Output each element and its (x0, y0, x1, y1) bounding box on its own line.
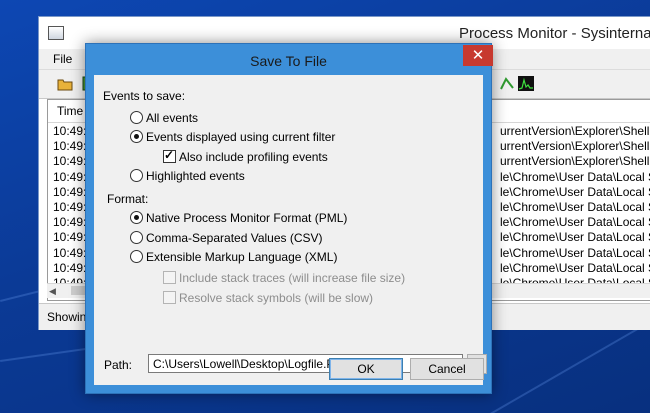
row-path: le\Chrome\User Data\Local Sta (500, 230, 650, 245)
process-tree-icon[interactable] (499, 76, 515, 91)
row-path: le\Chrome\User Data\Local Sta (500, 199, 650, 214)
format-group-label: Format: (107, 192, 149, 206)
row-path: urrentVersion\Explorer\Shell Fol (500, 154, 650, 169)
scroll-left-icon[interactable]: ◀ (49, 286, 56, 297)
resolve-symbols-checkbox (163, 291, 176, 304)
dialog-title: Save To File (250, 53, 327, 69)
dialog-title-bar[interactable]: Save To File (86, 44, 491, 75)
csv-format-label[interactable]: Comma-Separated Values (CSV) (146, 231, 323, 245)
all-events-radio[interactable] (130, 111, 143, 124)
displayed-events-radio[interactable] (130, 130, 143, 143)
highlighted-events-label[interactable]: Highlighted events (146, 169, 245, 183)
resolve-symbols-label: Resolve stack symbols (will be slow) (179, 291, 374, 305)
row-path: le\Chrome\User Data\Local Sta (500, 260, 650, 275)
highlighted-events-radio[interactable] (130, 169, 143, 182)
pm-window-title: Process Monitor - Sysinternal (459, 25, 650, 42)
stack-traces-checkbox (163, 271, 176, 284)
cancel-button[interactable]: Cancel (410, 358, 484, 380)
row-path: le\Chrome\User Data\Local Sta (500, 184, 650, 199)
menu-file[interactable]: File (53, 52, 72, 66)
include-profiling-checkbox[interactable] (163, 148, 176, 163)
close-icon[interactable]: ✕ (463, 45, 493, 66)
save-to-file-dialog[interactable]: Save To File Events to save: All events … (85, 43, 493, 394)
open-folder-icon[interactable] (57, 76, 73, 91)
row-path: urrentVersion\Explorer\Shell Fol (500, 139, 650, 154)
ok-button[interactable]: OK (329, 358, 403, 380)
dialog-body: Events to save: All events Events displa… (94, 75, 487, 385)
path-label: Path: (104, 358, 133, 372)
row-path: le\Chrome\User Data\Local Sta (500, 215, 650, 230)
csv-format-radio[interactable] (130, 231, 143, 244)
xml-format-radio[interactable] (130, 250, 143, 263)
events-group-label: Events to save: (103, 89, 186, 103)
row-path: le\Chrome\User Data\Local Sta (500, 245, 650, 260)
stack-traces-label: Include stack traces (will increase file… (179, 271, 406, 285)
pml-format-radio[interactable] (130, 211, 143, 224)
activity-graph-icon[interactable] (518, 76, 534, 91)
displayed-events-label[interactable]: Events displayed using current filter (146, 130, 335, 144)
status-text: Showin (47, 310, 87, 324)
pml-format-label[interactable]: Native Process Monitor Format (PML) (146, 211, 347, 225)
xml-format-label[interactable]: Extensible Markup Language (XML) (146, 250, 337, 264)
app-icon (48, 26, 64, 40)
row-path: le\Chrome\User Data\Local Sta (500, 169, 650, 184)
row-path: urrentVersion\Explorer\Shell Fol (500, 124, 650, 138)
include-profiling-label[interactable]: Also include profiling events (179, 150, 328, 164)
all-events-label[interactable]: All events (146, 111, 198, 125)
